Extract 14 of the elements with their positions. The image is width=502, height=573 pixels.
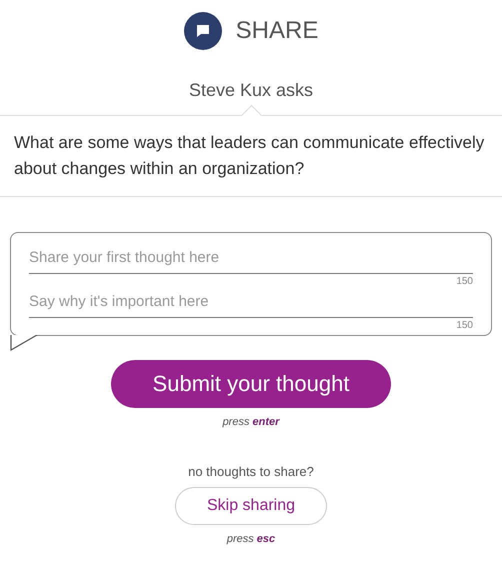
answer-field[interactable]: Share your first thought here	[29, 243, 473, 274]
keyboard-hint: press esc	[226, 533, 276, 545]
bubble-tail	[8, 335, 38, 351]
submit-button[interactable]: Submit your thought	[111, 360, 391, 408]
character-counter: 150	[455, 276, 473, 287]
skip-button[interactable]: Skip sharing	[175, 487, 327, 525]
asker-label: Steve Kux asks	[188, 80, 314, 101]
answer-field[interactable]: Say why it's important here	[29, 287, 473, 318]
chat-bubble-icon	[184, 12, 222, 50]
skip-prompt: no thoughts to share?	[188, 464, 314, 479]
character-counter: 150	[455, 320, 473, 331]
share-title: SHARE	[236, 17, 318, 45]
question-text: What are some ways that leaders can communicate effectively about changes within an organization?	[13, 132, 486, 180]
keyboard-hint: press enter	[222, 416, 280, 428]
